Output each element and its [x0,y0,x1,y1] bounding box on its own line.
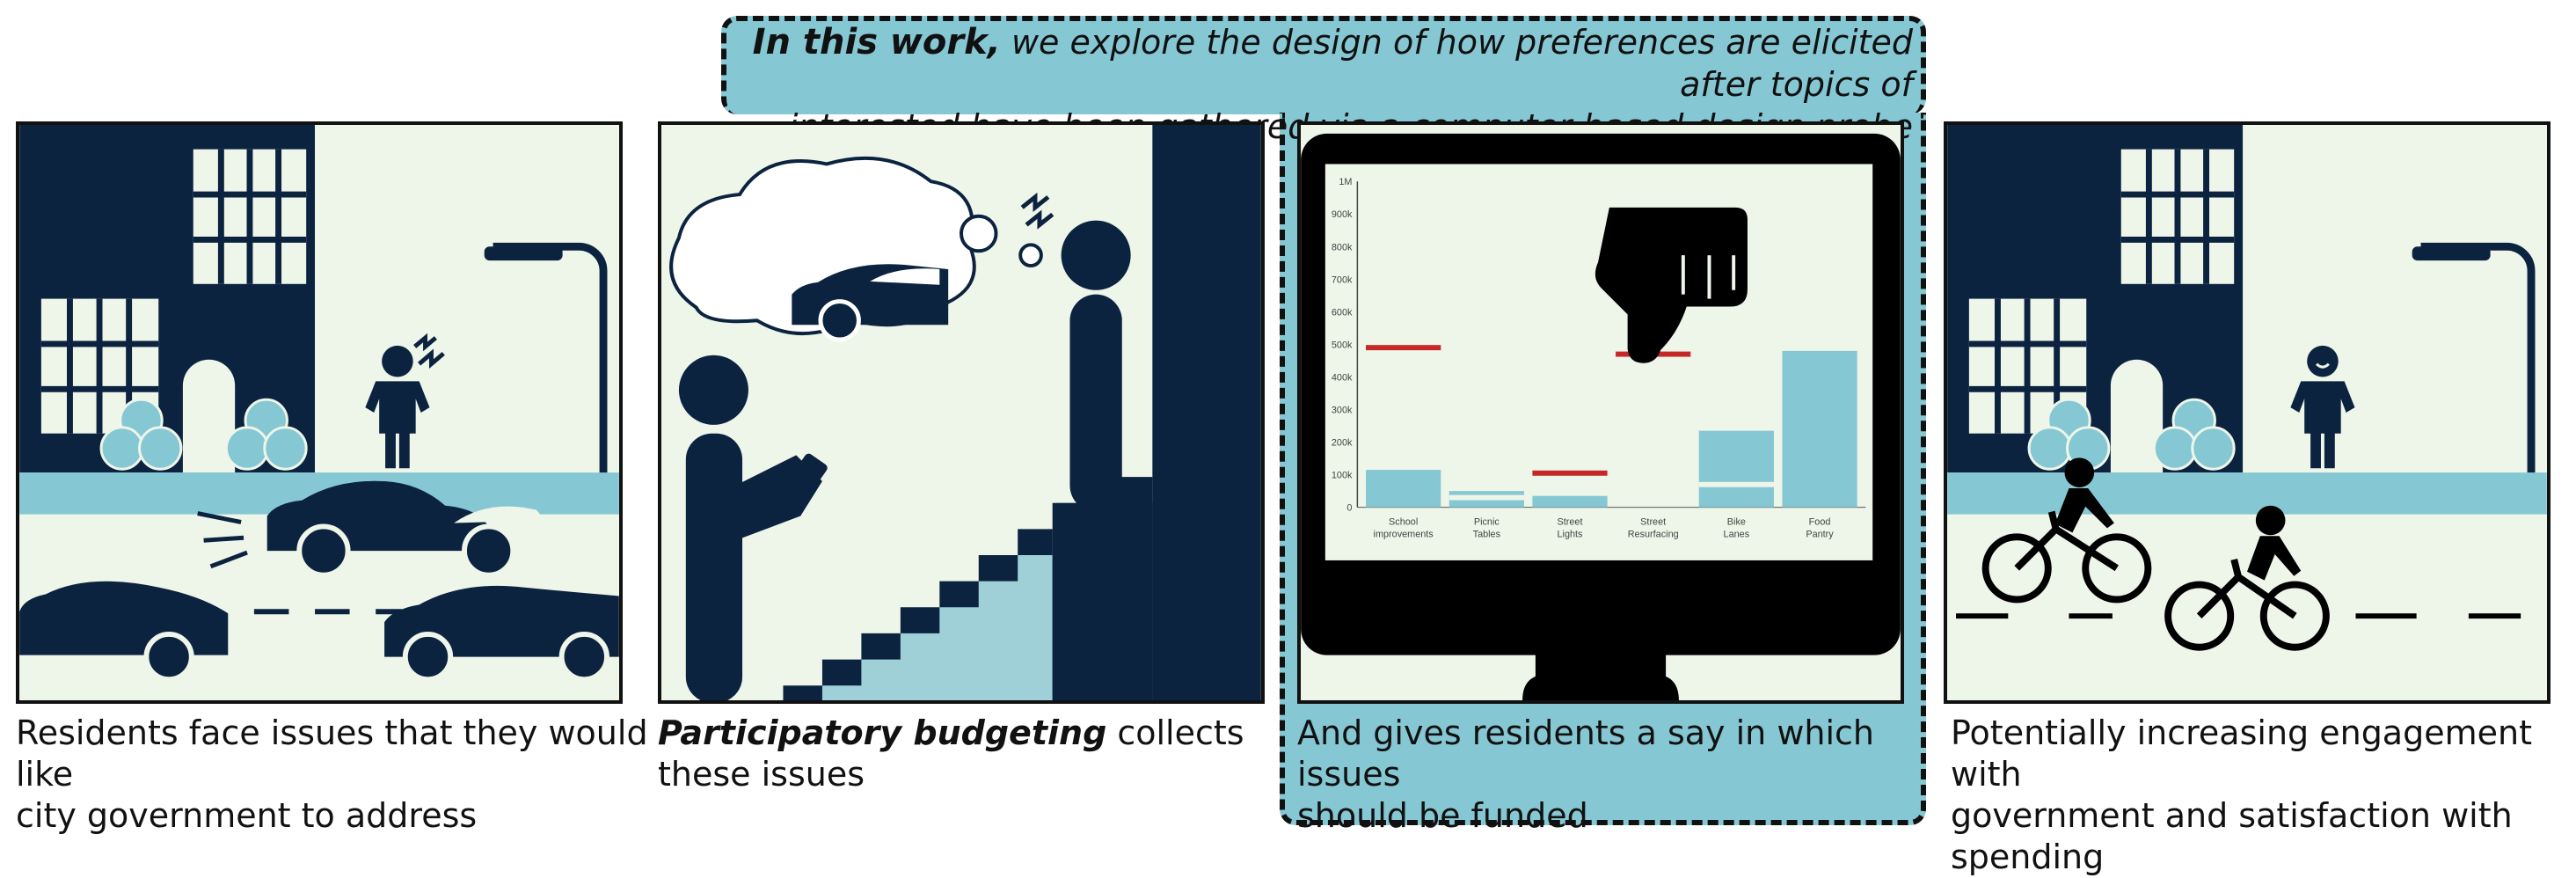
caption-budgeting-bold: Participatory budgeting [658,713,1107,752]
chart-preference-marker[interactable] [1532,470,1608,476]
chart-y-tick: 600k [1332,307,1353,318]
chart-x-tick-label: Tables [1473,529,1501,539]
chart-y-tick: 200k [1332,438,1353,449]
panel-budgeting [658,121,1265,704]
chart-x-tick-label: Picnic [1474,516,1500,527]
panel-issues [16,121,623,704]
chart-x-tick-label: Pantry [1806,529,1834,539]
caption-budgeting: Participatory budgeting collects these i… [658,713,1300,795]
chart-bar [1366,470,1441,508]
chart-x-tick-label: improvements [1374,529,1434,539]
panel-outcome-illustration [1947,125,2547,700]
chart-preference-marker[interactable] [1698,481,1774,487]
chart-y-tick: 0 [1346,503,1352,514]
chart-y-tick: 100k [1332,471,1353,481]
chart-x-tick-label: School [1389,516,1418,527]
chart-x-tick-label: Lights [1558,529,1584,539]
caption-budgeting-line2: these issues [658,755,865,794]
panel-design-probe: 0 100k 200k 300k 400k 500k 600k 700k 800k 900k 1M … [1297,121,1904,704]
chart-x-tick-label: Food [1809,516,1831,527]
chart-preference-marker[interactable] [1449,494,1524,501]
chart-bar [1782,350,1857,508]
caption-design-probe-line2: should be funded [1297,796,1588,835]
panel-outcome [1944,121,2550,704]
chart-bar [1698,430,1774,508]
chart-x-tick-label: Street [1640,516,1666,527]
chart-preference-marker[interactable] [1366,345,1441,351]
chart-bar [1532,495,1608,508]
caption-issues-line1: Residents face issues that they would li… [16,713,648,794]
chart-x-tick-label: Street [1558,516,1583,527]
caption-issues: Residents face issues that they would li… [16,713,658,837]
caption-design-probe: And gives residents a say in which issue… [1297,713,1939,837]
chart-x-tick-label: Resurfacing [1628,529,1679,539]
caption-budgeting-line1: collects [1106,713,1244,752]
panel-design-probe-illustration: 0100k200k300k400k500k600k700k800k900k1M … [1301,125,1901,700]
chart-y-tick: 1M [1339,177,1352,187]
chart-x-tick-label: Lanes [1724,529,1750,539]
chart-y-tick: 700k [1332,274,1353,285]
caption-outcome-line1: Potentially increasing engagement with [1951,713,2532,794]
chart-x-tick-label: Bike [1727,516,1746,527]
chart-y-tick: 300k [1332,405,1353,415]
chart-y-tick: 500k [1332,340,1353,350]
intro-note-line1: we explore the design of how preferences… [1000,23,1913,104]
caption-design-probe-line1: And gives residents a say in which issue… [1297,713,1875,794]
chart-y-tick: 900k [1332,209,1353,220]
intro-note-bold: In this work, [752,22,1001,62]
caption-outcome: Potentially increasing engagement with g… [1951,713,2576,878]
chart-y-tick: 400k [1332,372,1353,383]
chart-y-tick: 800k [1332,242,1353,252]
panel-budgeting-illustration [661,125,1261,700]
caption-outcome-line2: government and satisfaction with spendin… [1951,796,2513,876]
panel-issues-illustration [19,125,619,700]
caption-issues-line2: city government to address [16,796,478,835]
